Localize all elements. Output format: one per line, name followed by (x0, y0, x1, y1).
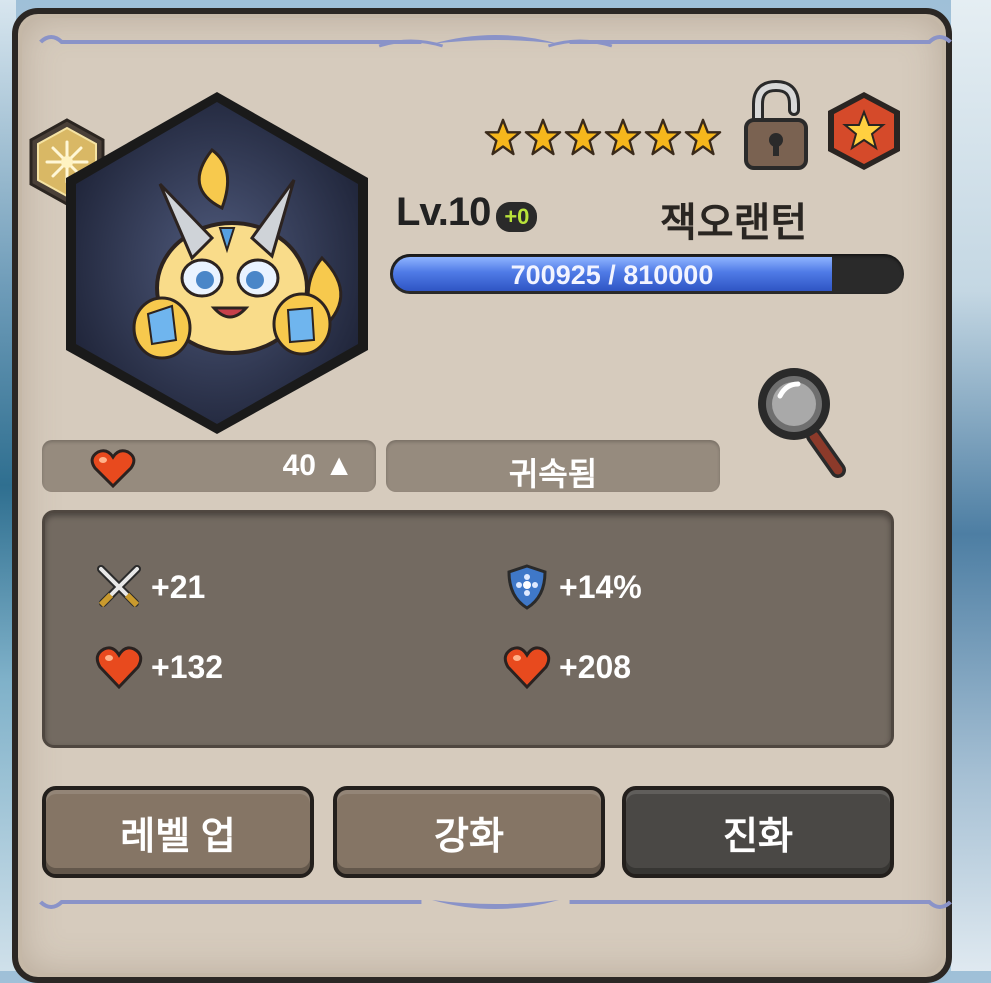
enhance-button[interactable]: 강화 (333, 786, 605, 878)
attack-stat: +21 (95, 563, 205, 611)
star-icon (484, 118, 522, 156)
star-icon (684, 118, 722, 156)
magnifier-icon[interactable] (752, 362, 848, 480)
star-icon (564, 118, 602, 156)
shield-icon (507, 564, 547, 610)
stat-value: +14% (559, 568, 642, 605)
crossed-swords-icon (97, 565, 141, 608)
heart-icon (90, 449, 136, 488)
star-icon (644, 118, 682, 156)
level-display: Lv.10 +0 (396, 190, 538, 235)
character-name: 잭오랜턴 (660, 201, 808, 245)
level-label: Lv.10 (396, 190, 491, 234)
bind-status: 귀속됨 (508, 456, 598, 492)
heart-icon (503, 646, 551, 690)
character-portrait[interactable] (62, 88, 372, 438)
bind-status-pill: 귀속됨 (386, 440, 720, 492)
top-ornament (30, 28, 961, 56)
exp-bar: 700925 / 810000 (390, 254, 904, 294)
star-rating (484, 118, 722, 164)
star-icon (524, 118, 562, 156)
hp-stat: +132 (95, 643, 223, 691)
background-right (951, 0, 991, 971)
enhance-badge: +0 (496, 201, 538, 232)
heart-icon (95, 646, 143, 690)
exp-text: 700925 / 810000 (510, 260, 714, 290)
favorite-star-icon[interactable] (825, 90, 903, 172)
stat-value: +132 (151, 648, 224, 685)
level-up-button[interactable]: 레벨 업 (42, 786, 314, 878)
affinity-pill: 40 ▲ (42, 440, 376, 492)
stats-panel: +21 +14% +132 +208 (42, 510, 894, 748)
evolve-button[interactable]: 진화 (622, 786, 894, 878)
affinity-value: 40 ▲ (282, 449, 354, 482)
bottom-ornament (30, 888, 961, 916)
unlocked-padlock-icon[interactable] (740, 79, 810, 172)
stat-value: +208 (559, 648, 632, 685)
star-icon (604, 118, 642, 156)
defense-stat: +14% (503, 563, 642, 611)
stat-value: +21 (151, 568, 206, 605)
hp-stat-2: +208 (503, 643, 631, 691)
